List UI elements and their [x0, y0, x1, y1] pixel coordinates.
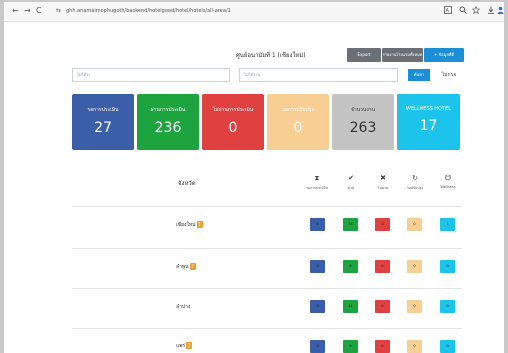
column-label: ผ่าน [347, 186, 355, 190]
close-icon: ✖ [380, 174, 386, 182]
search-button[interactable]: ค้นหา [408, 69, 430, 81]
clear-button[interactable]: ไม่กรอ [436, 69, 462, 81]
column-label: ไม่ผ่าน [377, 186, 389, 190]
back-icon[interactable]: ← [12, 6, 19, 16]
card-value: 0 [228, 120, 238, 136]
cell-failed[interactable]: 0 [375, 260, 390, 273]
card-label: WELLNESS HOTEL [405, 106, 452, 112]
card-value: 27 [94, 120, 112, 136]
card-wellness[interactable]: WELLNESS HOTEL 17 [397, 94, 460, 150]
site-settings-icon[interactable]: ⇆ [56, 7, 61, 14]
cell-improving[interactable]: 0 [407, 300, 422, 313]
row-divider [72, 248, 462, 249]
cell-pending[interactable]: 5 [310, 218, 325, 231]
wellness-icon: ☋ [444, 174, 452, 182]
column-label: รอปรับปรุง [406, 186, 424, 190]
card-value: 263 [349, 120, 377, 136]
cell-pending[interactable]: 0 [310, 300, 325, 313]
hourglass-icon: ⧗ [314, 174, 320, 182]
cell-failed[interactable]: 0 [375, 300, 390, 313]
card-failed[interactable]: ไม่ผ่านการประเมิน 0 [202, 94, 264, 150]
svg-text:A: A [446, 8, 450, 14]
card-label: รอการปรับปรุง [282, 107, 314, 113]
province-label: ลำปาง [176, 304, 191, 310]
check-icon: ✔ [348, 174, 354, 182]
card-total[interactable]: จำนวนงาน 263 [332, 94, 394, 150]
reload-icon[interactable]: C [36, 6, 42, 16]
province-name[interactable]: แพร่ 1 [176, 342, 193, 350]
cell-pending[interactable]: 2 [310, 260, 325, 273]
column-header-wellness: ☋ Wellness [431, 174, 465, 189]
column-label: รอการประเมิน [306, 186, 328, 190]
card-value: 236 [154, 120, 182, 136]
browser-toolbar: ← → C ⇆ ghh.anamaimophugoth/backend/hote… [4, 2, 504, 22]
cell-improving[interactable]: 0 [407, 340, 422, 353]
province-label: แพร่ [176, 343, 186, 349]
cell-passed[interactable]: 11 [343, 300, 358, 313]
page-title: ศูนย์อนามัยที่ 1 (เชียงใหม่) [236, 52, 306, 59]
row-divider [72, 328, 462, 329]
export-button[interactable]: Export [347, 48, 381, 62]
cell-wellness[interactable]: 0 [440, 340, 455, 353]
add-data-button[interactable]: + ข้อมูลที่ดี [424, 48, 464, 62]
cell-pending[interactable]: 2 [310, 340, 325, 353]
column-header-failed: ✖ ไม่ผ่าน [366, 174, 400, 191]
page-inner: ← → C ⇆ ghh.anamaimophugoth/backend/hote… [4, 2, 504, 353]
column-header-improving: ↻ รอปรับปรุง [398, 174, 432, 191]
profile-icon[interactable] [497, 6, 504, 17]
cell-wellness[interactable]: 0 [440, 300, 455, 313]
row-divider [72, 288, 462, 289]
count-badge: 1 [186, 342, 193, 349]
card-value: 17 [419, 118, 438, 134]
card-passed[interactable]: ผ่านการประเมิน 236 [137, 94, 199, 150]
forward-icon[interactable]: → [24, 6, 31, 16]
province-column-header: จังหวัด [178, 180, 196, 187]
cell-failed[interactable]: 0 [375, 340, 390, 353]
page-frame: ← → C ⇆ ghh.anamaimophugoth/backend/hote… [0, 0, 508, 353]
row-divider [72, 206, 462, 207]
address-bar[interactable]: ghh.anamaimophugoth/backend/hotelgood/ho… [66, 7, 231, 15]
card-pending[interactable]: รอการประเมิน 27 [72, 94, 134, 150]
province-label: ลำพูน [176, 264, 189, 270]
download-icon[interactable] [487, 6, 495, 17]
zoom-icon[interactable] [459, 6, 467, 17]
translate-icon[interactable]: A [444, 6, 452, 17]
cell-passed[interactable]: 8 [343, 260, 358, 273]
card-improving[interactable]: รอการปรับปรุง 0 [267, 94, 329, 150]
column-label: Wellness [440, 185, 456, 189]
bookmark-star-icon[interactable] [471, 5, 481, 17]
province-name[interactable]: เชียงใหม่ 1 [176, 221, 203, 229]
cell-wellness[interactable]: 0 [440, 260, 455, 273]
count-badge: 7 [189, 263, 196, 270]
column-header-passed: ✔ ผ่าน [334, 174, 368, 191]
province-name[interactable]: ลำปาง [176, 303, 190, 311]
cell-improving[interactable]: 0 [407, 218, 422, 231]
count-badge: 1 [196, 221, 203, 228]
report-button[interactable]: รายงานโรงแรมทั้งหมด [382, 48, 423, 62]
cell-failed[interactable]: 0 [375, 218, 390, 231]
cell-improving[interactable]: 0 [407, 260, 422, 273]
cell-wellness[interactable]: 1 [440, 218, 455, 231]
province-label: เชียงใหม่ [176, 222, 196, 228]
column-header-pending: ⧗ รอการประเมิน [300, 174, 334, 191]
card-label: ผ่านการประเมิน [150, 107, 186, 113]
card-value: 0 [293, 120, 303, 136]
province-select[interactable]: ไม่ได้ระ [72, 68, 230, 82]
card-label: จำนวนงาน [350, 107, 376, 113]
card-label: รอการประเมิน [87, 107, 119, 113]
district-select[interactable]: ไม่ได้ระบุ [239, 68, 398, 82]
refresh-icon: ↻ [412, 174, 418, 182]
cell-passed[interactable]: 34 [343, 218, 358, 231]
card-label: ไม่ผ่านการประเมิน [212, 107, 254, 113]
cell-passed[interactable]: 9 [343, 340, 358, 353]
province-name[interactable]: ลำพูน 7 [176, 263, 196, 271]
